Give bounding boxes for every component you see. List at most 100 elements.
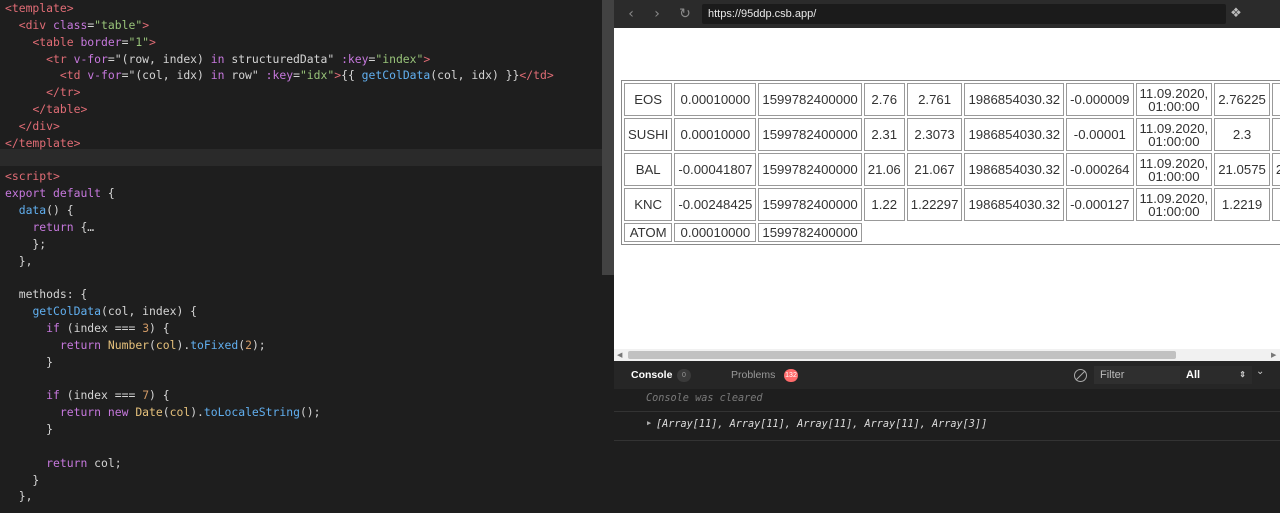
- forward-icon[interactable]: ›: [648, 5, 666, 23]
- code-token: </td>: [519, 68, 554, 83]
- code-line[interactable]: },: [5, 253, 554, 270]
- code-token: default: [53, 186, 102, 201]
- code-line[interactable]: </div>: [5, 118, 554, 135]
- code-token: toFixed: [190, 337, 239, 352]
- code-content[interactable]: <template> <div class="table"> <table bo…: [5, 0, 554, 505]
- code-line[interactable]: return {…: [5, 219, 554, 236]
- code-line[interactable]: </table>: [5, 101, 554, 118]
- code-line[interactable]: if (index === 7) {: [5, 387, 554, 404]
- tab-problems[interactable]: Problems: [731, 361, 775, 389]
- table-cell: 1.22297: [906, 188, 963, 221]
- code-token: {…: [73, 219, 95, 234]
- code-line[interactable]: return col;: [5, 455, 554, 472]
- filter-input[interactable]: Filter: [1094, 366, 1182, 384]
- code-token: <td: [59, 68, 81, 83]
- table-cell: 21.122: [1271, 153, 1280, 186]
- table-cell: 1599782400000: [758, 118, 862, 151]
- code-line[interactable]: };: [5, 236, 554, 253]
- code-line[interactable]: return Number(col).toFixed(2);: [5, 337, 554, 354]
- code-token: "table": [94, 17, 143, 32]
- code-line[interactable]: <table border="1">: [5, 34, 554, 51]
- code-token: ===: [114, 321, 136, 336]
- address-bar[interactable]: https://95ddp.csb.app/: [702, 4, 1226, 24]
- code-line[interactable]: }: [5, 472, 554, 489]
- code-token: ).: [176, 337, 191, 352]
- console-log-text: [Array[11], Array[11], Array[11], Array[…: [656, 419, 988, 430]
- code-token: <table: [32, 34, 74, 49]
- expand-triangle-icon[interactable]: ▶: [647, 419, 651, 427]
- code-line[interactable]: return new Date(col).toLocaleString();: [5, 404, 554, 421]
- code-line[interactable]: export default {: [5, 185, 554, 202]
- scroll-left-icon[interactable]: ◀: [617, 349, 622, 361]
- code-token: methods: {: [5, 287, 88, 302]
- scroll-right-icon[interactable]: ▶: [1271, 349, 1276, 361]
- clear-console-icon[interactable]: [1074, 369, 1087, 382]
- problems-count-badge: 132: [784, 369, 798, 382]
- code-token: class: [53, 17, 88, 32]
- code-token: (index: [59, 388, 115, 403]
- code-line[interactable]: data() {: [5, 202, 554, 219]
- code-line[interactable]: }: [5, 354, 554, 371]
- code-line[interactable]: [5, 270, 554, 287]
- code-line[interactable]: <div class="table">: [5, 17, 554, 34]
- code-line[interactable]: }: [5, 421, 554, 438]
- code-line[interactable]: },: [5, 488, 554, 505]
- code-line[interactable]: [5, 152, 554, 169]
- code-token: Date: [135, 405, 163, 420]
- code-line[interactable]: if (index === 3) {: [5, 320, 554, 337]
- code-token: (col, index) {: [101, 304, 198, 319]
- code-token: col: [169, 405, 191, 420]
- table-cell: 1986854030.32: [964, 83, 1065, 116]
- code-line[interactable]: <tr v-for="(row, index) in structuredDat…: [5, 51, 554, 68]
- table-cell: -0.000009: [1066, 83, 1134, 116]
- log-level-select[interactable]: All ⇕: [1180, 366, 1252, 384]
- table-cell: SUSHI: [624, 118, 673, 151]
- code-token: () {: [46, 203, 74, 218]
- console-log-entry[interactable]: ▶ [Array[11], Array[11], Array[11], Arra…: [647, 419, 988, 430]
- code-token: col: [155, 337, 177, 352]
- code-line[interactable]: </template>: [5, 135, 554, 152]
- code-token: ="(col, idx): [121, 68, 211, 83]
- table-cell: 21.06: [863, 153, 905, 186]
- console-tabs: Console 0 Problems 132 Filter All ⇕ ⌄: [614, 361, 1280, 389]
- table-row: KNC -0.00248425 1599782400000 1.22 1.22297 19…: [624, 188, 1280, 221]
- code-token: "index": [375, 51, 424, 66]
- table-cell: -0.00041807: [674, 153, 757, 186]
- tab-console[interactable]: Console: [631, 361, 672, 389]
- table-row: BAL -0.00041807 1599782400000 21.06 21.067 19…: [624, 153, 1280, 186]
- horizontal-scrollbar[interactable]: ◀ ▶: [614, 349, 1280, 361]
- code-line[interactable]: methods: {: [5, 286, 554, 303]
- code-line[interactable]: </tr>: [5, 84, 554, 101]
- code-line[interactable]: getColData(col, index) {: [5, 303, 554, 320]
- back-icon[interactable]: ‹: [622, 5, 640, 23]
- code-token: if: [46, 388, 60, 403]
- code-token: ).: [190, 405, 204, 420]
- code-token: :key: [265, 68, 294, 83]
- chevron-down-icon[interactable]: ⌄: [1256, 366, 1264, 377]
- table-cell: 11.09.2020, 01:00:00: [1135, 83, 1213, 116]
- code-token: ();: [299, 405, 321, 420]
- reload-icon[interactable]: ↻: [676, 5, 694, 23]
- code-line[interactable]: [5, 438, 554, 455]
- code-token: "1": [128, 34, 150, 49]
- code-token: Number: [107, 337, 150, 352]
- code-editor[interactable]: <template> <div class="table"> <table bo…: [0, 0, 614, 513]
- code-token: getColData: [32, 304, 102, 319]
- code-line[interactable]: <td v-for="(col, idx) in row" :key="idx"…: [5, 67, 554, 84]
- code-token: </div>: [18, 118, 60, 133]
- code-line[interactable]: <script>: [5, 168, 554, 185]
- table-cell: 21.0575: [1214, 153, 1270, 186]
- scrollbar-thumb[interactable]: [628, 351, 1176, 359]
- table-cell: 1.2219: [1214, 188, 1270, 221]
- code-line[interactable]: <template>: [5, 0, 554, 17]
- table-cell: 2.31: [863, 118, 905, 151]
- table-cell: 0.00010000: [674, 118, 757, 151]
- editor-scrollbar[interactable]: [602, 0, 614, 275]
- code-token: return: [59, 337, 102, 352]
- open-in-new-window-icon[interactable]: ❖: [1228, 6, 1244, 22]
- code-line[interactable]: [5, 371, 554, 388]
